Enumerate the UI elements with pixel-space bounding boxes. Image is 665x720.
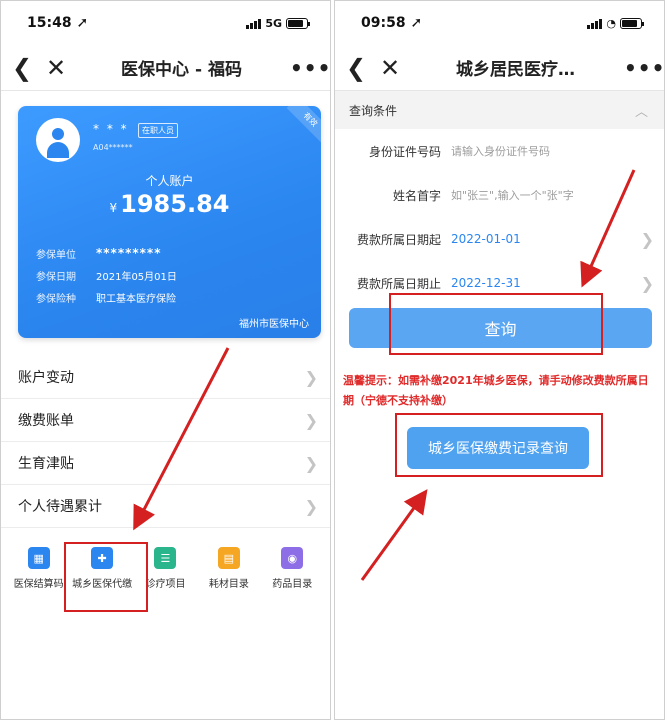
card-issuer: 福州市医保中心 — [239, 319, 309, 330]
account-menu: 账户变动 ❯ 缴费账单 ❯ 生育津贴 ❯ 个人待遇累计 ❯ — [1, 356, 330, 528]
status-icons: ◔ — [587, 16, 644, 30]
info-value: 2021年05月01日 — [96, 272, 177, 283]
page-title: 城乡居民医疗… — [456, 60, 575, 80]
start-date-value[interactable]: 2022-01-01 — [451, 232, 641, 246]
chevron-right-icon: ❯ — [304, 453, 318, 473]
menu-item-payment-bills[interactable]: 缴费账单 ❯ — [1, 399, 330, 442]
box-icon: ▤ — [217, 547, 240, 569]
status-bar: 15:48 ➚ 5G — [1, 1, 330, 45]
more-icon[interactable]: ••• — [290, 56, 330, 80]
grid-item-materials-catalog[interactable]: ▤ 耗材目录 — [198, 547, 260, 590]
more-icon[interactable]: ••• — [624, 56, 664, 80]
annotation-highlight-box — [395, 413, 603, 477]
menu-item-benefit-total[interactable]: 个人待遇累计 ❯ — [1, 485, 330, 528]
menu-item-label: 缴费账单 — [18, 413, 74, 429]
pill-icon: ◉ — [281, 547, 304, 569]
chevron-right-icon: ❯ — [640, 229, 654, 249]
battery-icon — [620, 17, 644, 29]
card-id: A04****** — [93, 143, 133, 152]
info-key: 参保日期 — [36, 272, 76, 283]
right-phone-screen: 09:58 ➚ ◔ ❮ ✕ 城乡居民医疗… ••• 查询条件 ︿ 身份证件号码 … — [334, 0, 665, 720]
grid-item-label: 耗材目录 — [208, 579, 249, 590]
status-badge: 在职人员 — [138, 123, 178, 138]
menu-item-account-changes[interactable]: 账户变动 ❯ — [1, 356, 330, 399]
nav-bar: ❮ ✕ 医保中心 - 福码 ••• — [1, 45, 330, 91]
grid-item-label: 药品目录 — [272, 579, 313, 590]
account-balance: ¥1985.84 — [18, 190, 321, 218]
avatar — [36, 118, 80, 162]
service-grid: ▦ 医保结算码 ✚ 城乡医保代缴 ☰ 诊疗项目 ▤ 耗材目录 ◉ 药品目录 — [1, 547, 330, 590]
grid-item-label: 诊疗项目 — [145, 579, 186, 590]
chevron-right-icon: ❯ — [304, 410, 318, 430]
menu-item-maternity-allowance[interactable]: 生育津贴 ❯ — [1, 442, 330, 485]
status-time: 15:48 ➚ — [27, 15, 89, 31]
warm-tip-text: 温馨提示：如需补缴2021年城乡医保，请手动修改费款所属日期（宁德不支持补缴） — [343, 374, 649, 407]
section-title: 查询条件 — [349, 103, 398, 118]
left-phone-screen: 15:48 ➚ 5G ❮ ✕ 医保中心 - 福码 ••• * * * 在职人员 … — [0, 0, 331, 720]
clipboard-icon: ☰ — [154, 547, 177, 569]
qr-icon: ▦ — [27, 547, 50, 569]
card-info-row: 参保日期 2021年05月01日 — [36, 268, 177, 283]
id-number-field[interactable]: 身份证件号码 请输入身份证件号码 — [335, 129, 664, 173]
chevron-up-icon: ︿ — [634, 104, 648, 120]
card-holder-name: * * * — [93, 122, 129, 136]
chevron-right-icon: ❯ — [640, 273, 654, 293]
battery-icon — [286, 17, 310, 29]
field-label: 姓名首字 — [392, 188, 441, 203]
card-info-row: 参保单位 ********* — [36, 246, 161, 261]
info-value: ********* — [96, 246, 162, 260]
name-initial-field[interactable]: 姓名首字 如"张三",输入一个"张"字 — [335, 173, 664, 217]
info-key: 参保单位 — [36, 250, 76, 261]
field-label: 费款所属日期止 — [356, 276, 441, 291]
menu-item-label: 生育津贴 — [18, 456, 74, 472]
card-corner-badge: 有效 — [286, 106, 321, 144]
status-icons: 5G — [246, 16, 310, 30]
grid-item-settlement-code[interactable]: ▦ 医保结算码 — [8, 547, 70, 590]
back-icon[interactable]: ❮ — [5, 56, 39, 80]
grid-item-label: 医保结算码 — [13, 579, 64, 590]
close-icon[interactable]: ✕ — [39, 56, 73, 80]
info-key: 参保险种 — [36, 294, 76, 305]
back-icon[interactable]: ❮ — [339, 56, 373, 80]
account-label: 个人账户 — [145, 174, 194, 188]
nav-bar: ❮ ✕ 城乡居民医疗… ••• — [335, 45, 664, 91]
start-date-field[interactable]: 费款所属日期起 2022-01-01 ❯ — [335, 217, 664, 261]
grid-item-drug-catalog[interactable]: ◉ 药品目录 — [261, 547, 323, 590]
field-label: 费款所属日期起 — [356, 232, 441, 247]
chevron-right-icon: ❯ — [304, 496, 318, 516]
status-time: 09:58 ➚ — [361, 15, 423, 31]
wifi-icon: ◔ — [606, 16, 616, 30]
currency-symbol: ¥ — [109, 201, 118, 215]
annotation-highlight-box — [389, 293, 603, 355]
info-value: 职工基本医疗保险 — [96, 294, 176, 305]
signal-icon — [587, 18, 603, 29]
end-date-value[interactable]: 2022-12-31 — [451, 276, 641, 290]
menu-item-label: 个人待遇累计 — [18, 499, 102, 515]
status-bar: 09:58 ➚ ◔ — [335, 1, 664, 45]
field-label: 身份证件号码 — [368, 144, 441, 159]
card-info-row: 参保险种 职工基本医疗保险 — [36, 290, 176, 305]
network-label: 5G — [265, 16, 282, 30]
chevron-right-icon: ❯ — [304, 367, 318, 387]
page-title: 医保中心 - 福码 — [121, 60, 242, 80]
query-conditions-header[interactable]: 查询条件 ︿ — [335, 91, 664, 129]
annotation-highlight-box — [64, 542, 148, 612]
signal-icon — [246, 18, 262, 29]
balance-value: 1985.84 — [120, 190, 230, 218]
name-initial-input[interactable]: 如"张三",输入一个"张"字 — [451, 187, 664, 203]
close-icon[interactable]: ✕ — [373, 56, 407, 80]
id-number-input[interactable]: 请输入身份证件号码 — [451, 143, 664, 159]
menu-item-label: 账户变动 — [18, 370, 74, 386]
insurance-card[interactable]: * * * 在职人员 A04****** 有效 个人账户 ¥1985.84 参保… — [18, 106, 321, 338]
